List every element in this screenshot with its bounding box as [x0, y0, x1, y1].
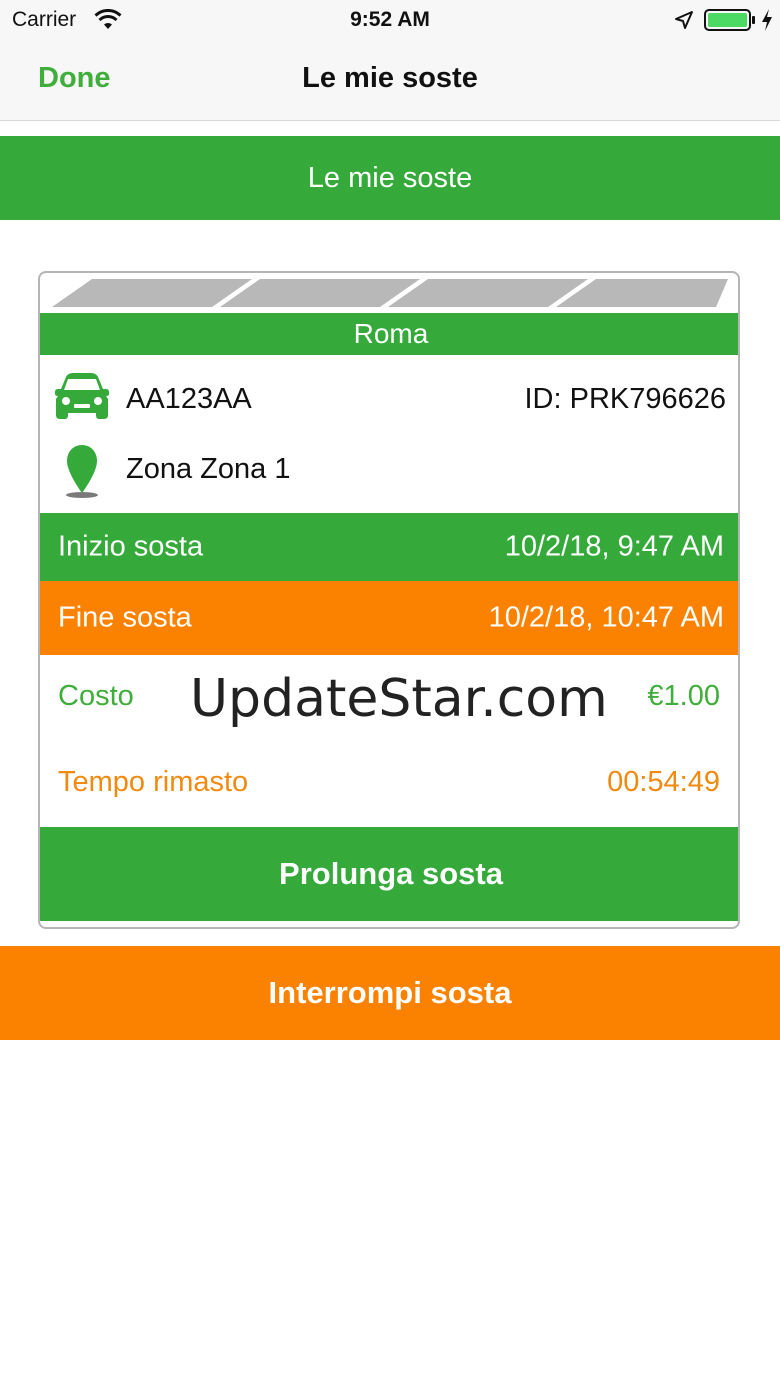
charging-bolt-icon [762, 9, 772, 31]
parking-stripes-decoration [52, 279, 728, 307]
navigation-bar: Done Le mie soste [0, 40, 780, 121]
stop-parking-button[interactable]: Interrompi sosta [0, 946, 780, 1040]
section-header: Le mie soste [0, 136, 780, 220]
end-time-value: 10/2/18, 10:47 AM [488, 601, 724, 634]
time-left-value: 00:54:49 [607, 766, 720, 798]
map-pin-icon [66, 445, 98, 498]
end-time-row: Fine sosta 10/2/18, 10:47 AM [40, 581, 738, 655]
start-time-label: Inizio sosta [58, 530, 204, 563]
cost-label: Costo [58, 680, 134, 712]
start-time-value: 10/2/18, 9:47 AM [504, 530, 724, 563]
time-left-label: Tempo rimasto [58, 766, 249, 798]
car-icon [55, 373, 109, 419]
end-time-label: Fine sosta [58, 601, 192, 634]
extend-parking-button[interactable]: Prolunga sosta [40, 827, 738, 921]
parking-card: Roma AA123AA ID: PRK796626 Zona Zona 1 I… [38, 271, 740, 929]
location-arrow-icon [675, 11, 693, 29]
cost-value: €1.00 [647, 680, 720, 712]
status-bar: Carrier 9:52 AM [0, 0, 780, 40]
battery-icon [704, 9, 755, 31]
page-title: Le mie soste [302, 62, 478, 94]
license-plate: AA123AA [126, 383, 252, 415]
parking-zone: Zona Zona 1 [126, 453, 291, 485]
parking-id: ID: PRK796626 [524, 383, 726, 415]
watermark: UpdateStar.com [190, 669, 608, 729]
city-label: Roma [40, 313, 738, 355]
start-time-row: Inizio sosta 10/2/18, 9:47 AM [40, 513, 738, 581]
status-time: 9:52 AM [350, 8, 430, 31]
